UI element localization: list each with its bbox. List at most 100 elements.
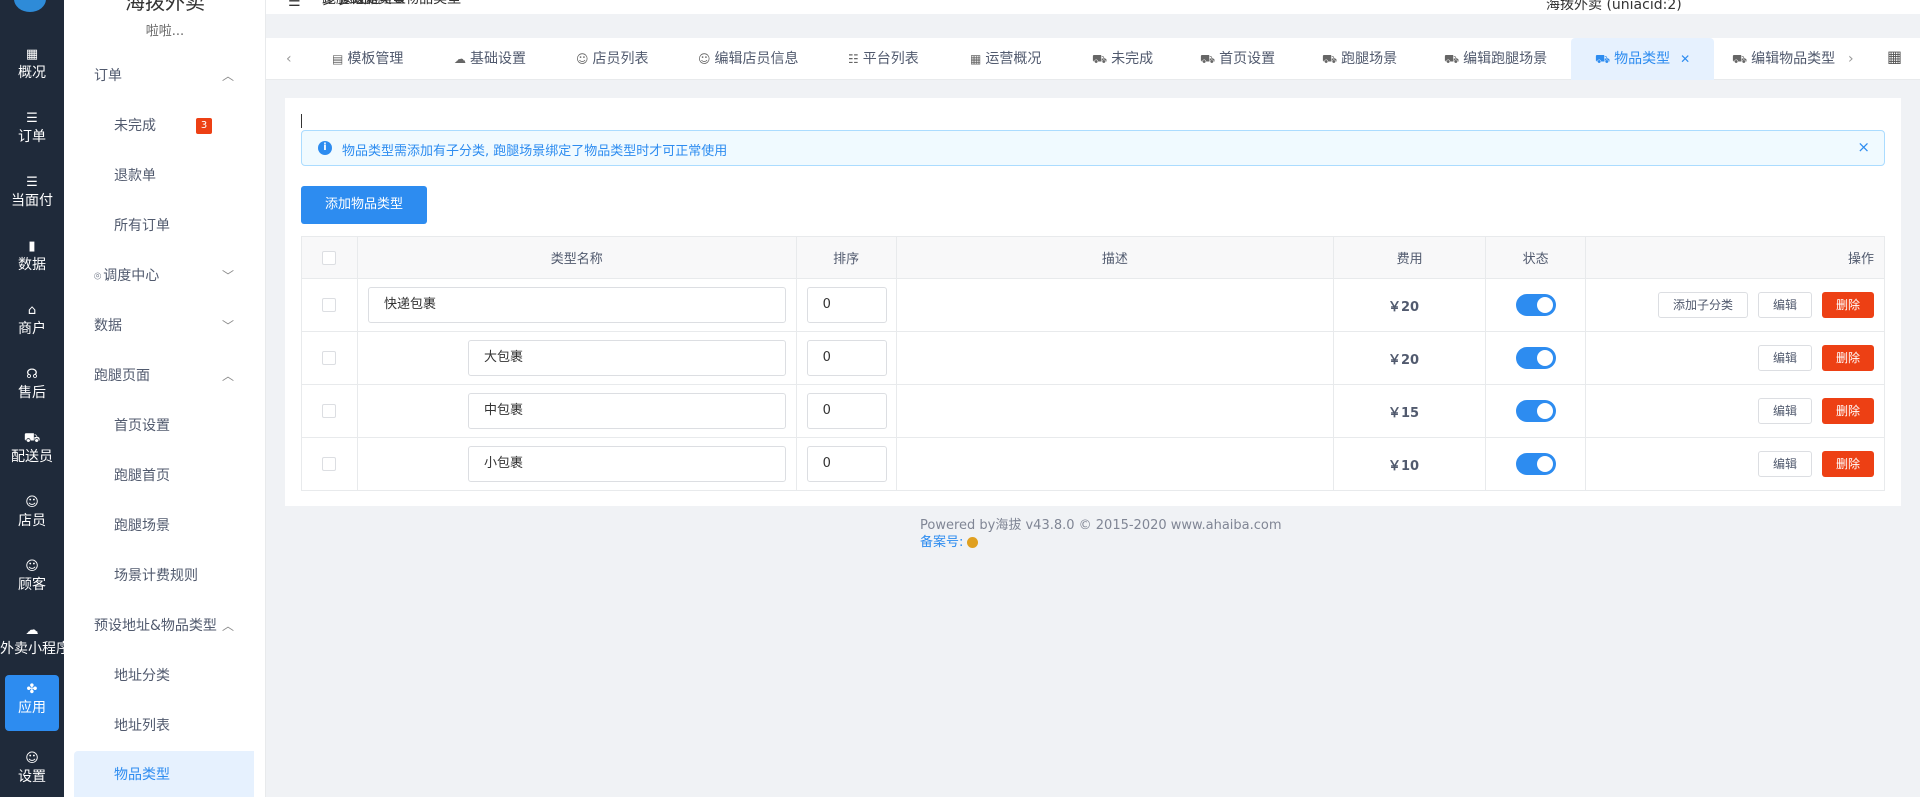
- tab-edit-errand-scene[interactable]: ⛟ 编辑跑腿场景: [1444, 38, 1547, 80]
- menu-group-data[interactable]: 数据 ﹀: [64, 302, 266, 350]
- tab-label: 编辑店员信息: [714, 51, 799, 67]
- rail-item-staff[interactable]: ☺ 店员: [0, 488, 64, 548]
- rail-item-apps[interactable]: ✤ 应用: [5, 675, 59, 731]
- delete-button[interactable]: 删除: [1821, 345, 1874, 371]
- icp-link[interactable]: 备案号:: [920, 535, 963, 550]
- tab-staff-list[interactable]: ☺ 店员列表: [576, 38, 649, 80]
- menu-group-dispatch[interactable]: ⌾ 调度中心 ﹀: [64, 252, 266, 300]
- type-name-input[interactable]: 大包裹: [467, 340, 786, 376]
- tab-bar: ‹ ▤ 模板管理 ☁ 基础设置 ☺ 店员列表 ☺ 编辑店员信息 ☷ 平台列表 ▦ 运营概况 …: [266, 38, 1920, 80]
- menu-item-address-category[interactable]: 地址分类: [64, 652, 266, 700]
- rail-item-customers[interactable]: ☺ 顾客: [0, 552, 64, 612]
- tab-scroll-left-icon[interactable]: ‹: [286, 38, 292, 80]
- item-types-table: 类型名称 排序 描述 费用 状态 操作 快递包裹 0 ￥20 添加子分类 编辑 删除: [301, 236, 1885, 491]
- menu-item-item-types[interactable]: 物品类型: [74, 751, 254, 797]
- status-toggle[interactable]: [1515, 347, 1556, 369]
- sort-input[interactable]: 0: [806, 340, 887, 376]
- tab-scroll-right-icon[interactable]: ›: [1848, 38, 1854, 80]
- tab-unfinished[interactable]: ⛟ 未完成: [1092, 38, 1153, 80]
- type-name-input[interactable]: 快递包裹: [367, 287, 786, 323]
- tab-edit-staff[interactable]: ☺ 编辑店员信息: [698, 38, 799, 80]
- status-cell: [1485, 278, 1587, 332]
- name-cell: 小包裹: [356, 437, 797, 491]
- brand-title: 海拨外卖: [125, 0, 205, 14]
- delete-button[interactable]: 删除: [1821, 292, 1874, 318]
- edit-button[interactable]: 编辑: [1757, 451, 1812, 477]
- menu-item-scene-billing[interactable]: 场景计费规则: [64, 552, 266, 600]
- type-name-input[interactable]: 小包裹: [467, 446, 786, 482]
- type-name-input[interactable]: 中包裹: [467, 393, 786, 429]
- tab-label: 店员列表: [592, 51, 649, 67]
- rail-item-aftersale[interactable]: ☊ 售后: [0, 360, 64, 420]
- menu-item-all-orders[interactable]: 所有订单: [64, 202, 266, 250]
- row-checkbox[interactable]: [322, 404, 337, 418]
- row-checkbox[interactable]: [322, 457, 337, 471]
- breadcrumb: 跑腿跑腿 > 预设地址&物品类型 > 物品类型: [322, 0, 461, 10]
- sort-input[interactable]: 0: [806, 446, 887, 482]
- edit-button[interactable]: 编辑: [1757, 398, 1812, 424]
- rail-item-orders[interactable]: ☰ 订单: [0, 104, 64, 164]
- tab-home-settings[interactable]: ⛟ 首页设置: [1200, 38, 1275, 80]
- delete-button[interactable]: 删除: [1821, 451, 1874, 477]
- select-all-checkbox[interactable]: [322, 250, 337, 265]
- rail-item-courier[interactable]: ⛟ 配送员: [0, 424, 64, 484]
- tab-edit-item-type[interactable]: ⛟ 编辑物品类型: [1732, 38, 1835, 80]
- menu-item-address-list[interactable]: 地址列表: [64, 702, 266, 750]
- tab-errand-scenes[interactable]: ⛟ 跑腿场景: [1322, 38, 1397, 80]
- tab-template[interactable]: ▤ 模板管理: [332, 38, 403, 80]
- name-cell: 快递包裹: [356, 278, 797, 332]
- close-icon[interactable]: ×: [1857, 138, 1870, 156]
- tab-label: 跑腿场景: [1341, 51, 1398, 67]
- rail-item-data[interactable]: ▮ 数据: [0, 232, 64, 292]
- menu-item-errand-scenes[interactable]: 跑腿场景: [64, 502, 266, 550]
- row-checkbox[interactable]: [322, 298, 337, 312]
- menu-group-orders[interactable]: 订单 ︿: [64, 52, 266, 100]
- rail-label: 当面付: [11, 193, 53, 209]
- sort-cell: 0: [795, 384, 897, 438]
- row-checkbox[interactable]: [322, 351, 337, 365]
- chevron-down-icon: ﹀: [221, 319, 234, 333]
- edit-button[interactable]: 编辑: [1757, 345, 1812, 371]
- rail-item-merchant[interactable]: ⌂ 商户: [0, 296, 64, 356]
- menu-toggle-icon[interactable]: ☰: [288, 0, 301, 10]
- table-row: 中包裹 0 ￥15 编辑 删除: [301, 384, 1885, 438]
- truck-icon: ⛟: [1595, 52, 1611, 66]
- tab-basic-settings[interactable]: ☁ 基础设置: [454, 38, 526, 80]
- edit-button[interactable]: 编辑: [1757, 292, 1812, 318]
- menu-label: 退款单: [114, 168, 156, 184]
- tab-operations[interactable]: ▦ 运营概况: [970, 38, 1041, 80]
- menu-group-preset[interactable]: 预设地址&物品类型 ︿: [64, 602, 266, 650]
- location-icon: ⌾: [94, 269, 102, 283]
- select-all-cell: [301, 236, 358, 279]
- menu-group-errand-pages[interactable]: 跑腿页面 ︿: [64, 352, 266, 400]
- menu-item-errand-home[interactable]: 跑腿首页: [64, 452, 266, 500]
- menu-item-unfinished[interactable]: 未完成 3: [64, 102, 266, 150]
- status-toggle[interactable]: [1515, 294, 1556, 316]
- menu-item-home-settings[interactable]: 首页设置: [64, 402, 266, 450]
- powered-by: Powered by海拔 v43.8.0 © 2015-2020 www.aha…: [920, 518, 1282, 533]
- name-cell: 大包裹: [356, 331, 797, 385]
- tab-label: 平台列表: [862, 51, 919, 67]
- status-toggle[interactable]: [1515, 453, 1556, 475]
- row-select-cell: [301, 384, 358, 438]
- delete-button[interactable]: 删除: [1821, 398, 1874, 424]
- rail-item-face-pay[interactable]: ☰ 当面付: [0, 168, 64, 228]
- menu-item-refunds[interactable]: 退款单: [64, 152, 266, 200]
- sort-input[interactable]: 0: [806, 393, 887, 429]
- tab-item-types[interactable]: ⛟ 物品类型 ✕: [1571, 38, 1715, 80]
- bar-chart-icon: ▮: [28, 239, 36, 254]
- add-child-button[interactable]: 添加子分类: [1657, 292, 1748, 318]
- tab-label: 未完成: [1111, 51, 1154, 67]
- rail-item-miniapp[interactable]: ☁ 外卖小程序: [0, 616, 64, 676]
- tab-platform-list[interactable]: ☷ 平台列表: [848, 38, 919, 80]
- sort-input[interactable]: 0: [806, 287, 887, 323]
- rail-item-overview[interactable]: ▦ 概况: [0, 40, 64, 100]
- add-item-type-button[interactable]: 添加物品类型: [301, 186, 427, 224]
- status-toggle[interactable]: [1515, 400, 1556, 422]
- rail-item-settings[interactable]: ☺ 设置: [0, 744, 64, 797]
- grid-menu-icon[interactable]: ▦: [1887, 49, 1903, 65]
- close-icon[interactable]: ✕: [1680, 52, 1690, 66]
- cloud-icon: ☁: [454, 52, 466, 66]
- page-footer: Powered by海拔 v43.8.0 © 2015-2020 www.aha…: [920, 517, 1282, 551]
- menu-label: 场景计费规则: [114, 568, 198, 584]
